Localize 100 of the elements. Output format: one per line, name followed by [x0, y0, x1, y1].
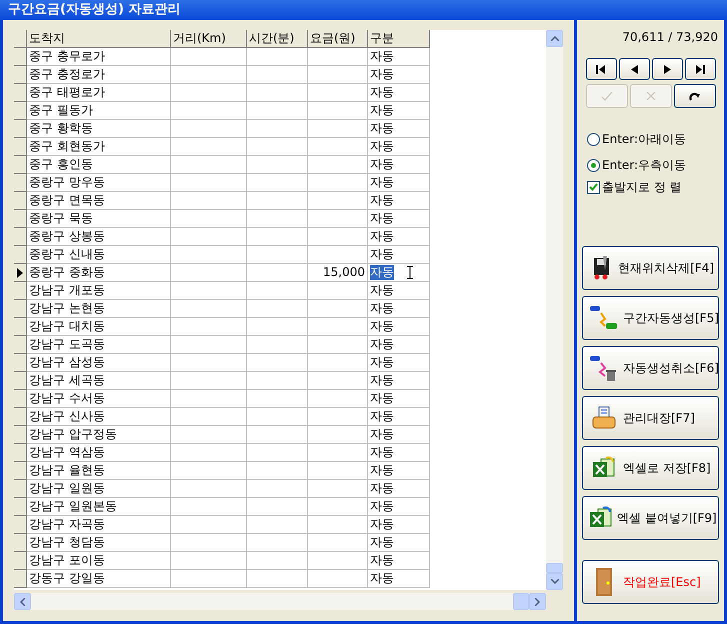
action-button[interactable]: 엑셀 붙여넣기[F9]: [582, 496, 719, 540]
action-button[interactable]: 관리대장[F7]: [582, 396, 719, 440]
table-cell: 자동: [368, 534, 430, 552]
printer-icon: [591, 406, 617, 430]
table-cell: 자동: [368, 228, 430, 246]
column-header[interactable]: 요금(원): [308, 30, 368, 48]
table-cell: [247, 444, 308, 462]
table-cell: 강남구 일원동: [27, 480, 171, 498]
table-cell: [247, 426, 308, 444]
table-cell: 자동: [368, 138, 430, 156]
table-cell: [308, 390, 368, 408]
spreadsheet-icon: [592, 456, 616, 480]
table-cell: 자동: [368, 426, 430, 444]
action-button[interactable]: 현재위치삭제[F4]: [582, 246, 719, 290]
selected-cell-text[interactable]: 자동: [370, 265, 394, 280]
table-cell: 중랑구 면목동: [27, 192, 171, 210]
scroll-left-button[interactable]: [14, 593, 31, 610]
radio-button[interactable]: [587, 132, 600, 146]
scroll-up-button[interactable]: [546, 30, 563, 47]
action-button[interactable]: 자동생성취소[F6]: [582, 346, 719, 390]
column-header[interactable]: 시간(분): [247, 30, 308, 48]
table-cell: 중랑구 망우동: [27, 174, 171, 192]
table-cell: [247, 480, 308, 498]
column-header[interactable]: 도착지: [27, 30, 171, 48]
table-cell: [308, 552, 368, 570]
table-cell: 강남구 신사동: [27, 408, 171, 426]
column-header[interactable]: 구분: [368, 30, 430, 48]
radio-label[interactable]: Enter:우측이동: [602, 156, 686, 174]
action-button[interactable]: 엑셀로 저장[F8]: [582, 446, 719, 490]
horizontal-scrollbar[interactable]: [14, 593, 546, 610]
table-cell: [247, 354, 308, 372]
table-cell: [308, 84, 368, 102]
table-cell: 자동: [368, 174, 430, 192]
table-cell: 자동: [368, 102, 430, 120]
scroll-thumb[interactable]: [513, 593, 529, 610]
table-cell: [308, 102, 368, 120]
close-icon: [646, 91, 656, 101]
table-cell: [247, 534, 308, 552]
navigation-button[interactable]: [586, 58, 616, 80]
navigation-button[interactable]: [684, 58, 716, 80]
radio-label[interactable]: Enter:아래이동: [602, 130, 686, 148]
table-cell: [308, 210, 368, 228]
table-cell: [308, 120, 368, 138]
table-cell: [308, 444, 368, 462]
first-record-icon: [596, 64, 606, 74]
table-cell: [247, 390, 308, 408]
table-cell: 자동: [368, 156, 430, 174]
table-cell: [308, 138, 368, 156]
scroll-right-button[interactable]: [529, 593, 546, 610]
table-cell: 자동: [368, 444, 430, 462]
table-cell: 중구 필동가: [27, 102, 171, 120]
table-cell: [308, 228, 368, 246]
table-cell: [247, 570, 308, 588]
table-cell: 자동: [368, 372, 430, 390]
table-cell: 자동: [368, 498, 430, 516]
table-cell: [308, 480, 368, 498]
table-cell: 자동: [368, 408, 430, 426]
vertical-scrollbar[interactable]: [546, 30, 563, 590]
navigation-button[interactable]: [674, 84, 716, 108]
column-header[interactable]: 거리(Km): [171, 30, 247, 48]
table-cell: 강남구 대치동: [27, 318, 171, 336]
table-cell: 중랑구 중화동: [27, 264, 171, 282]
table-cell: [247, 462, 308, 480]
table-cell: 중랑구 상봉동: [27, 228, 171, 246]
table-cell: [247, 192, 308, 210]
checkbox-label[interactable]: 출발지로 정 렬: [602, 178, 682, 196]
table-cell: 자동: [368, 192, 430, 210]
navigation-button[interactable]: [652, 58, 682, 80]
table-cell: 중랑구 신내동: [27, 246, 171, 264]
row-indicator[interactable]: [14, 264, 27, 282]
action-button[interactable]: 구간자동생성[F5]: [582, 296, 719, 340]
table-cell: [308, 282, 368, 300]
table-cell: [247, 300, 308, 318]
scroll-down-button[interactable]: [546, 573, 563, 590]
table-cell: 중구 황학동: [27, 120, 171, 138]
record-count: 70,611 / 73,920: [622, 29, 718, 46]
action-button[interactable]: 작업완료[Esc]: [582, 560, 719, 604]
table-cell: [308, 498, 368, 516]
cars-route-icon: [589, 304, 619, 332]
table-cell: 중구 충무로가: [27, 48, 171, 66]
checkbox[interactable]: [587, 180, 600, 194]
table-cell: [247, 246, 308, 264]
table-cell: 자동: [368, 84, 430, 102]
floppy-disk-icon: [592, 256, 611, 280]
table-cell: [308, 570, 368, 588]
checkmark-icon: [600, 91, 612, 101]
table-cell: [308, 156, 368, 174]
window-title: 구간요금(자동생성) 자료관리: [0, 0, 727, 20]
radio-button[interactable]: [587, 158, 600, 172]
table-cell: [247, 516, 308, 534]
table-cell[interactable]: 자동: [368, 264, 430, 282]
navigation-button[interactable]: [618, 58, 650, 80]
table-cell: [247, 48, 308, 66]
table-cell: [308, 318, 368, 336]
current-row-icon: [17, 268, 23, 278]
table-cell: 자동: [368, 246, 430, 264]
scroll-thumb[interactable]: [546, 563, 563, 573]
refresh-icon: [689, 90, 700, 102]
table-cell: 강남구 삼성동: [27, 354, 171, 372]
table-cell: [308, 462, 368, 480]
